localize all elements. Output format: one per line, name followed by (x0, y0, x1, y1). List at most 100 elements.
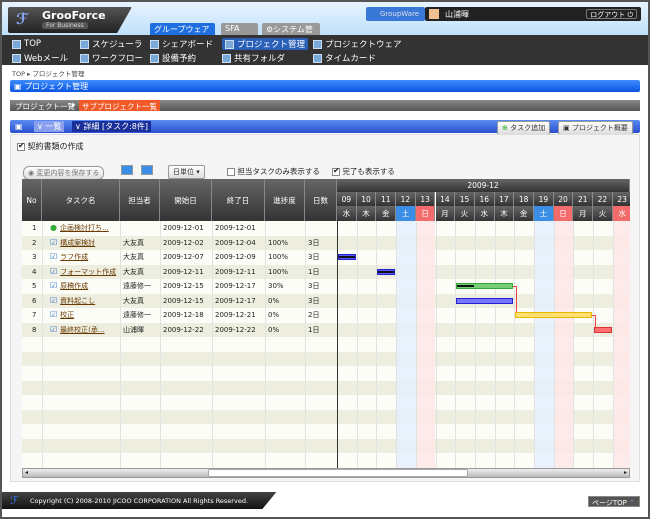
day-divider (612, 221, 614, 468)
only-mine-toggle[interactable]: 担当タスクのみ表示する (227, 166, 320, 177)
user-box: 山浦暉 ログアウト ⏻ (425, 7, 641, 21)
gantt-bar[interactable] (456, 297, 514, 304)
gantt-bar[interactable] (377, 268, 396, 275)
task-link[interactable]: ラフ作成 (60, 253, 88, 261)
edit-icon[interactable] (121, 165, 133, 175)
nav-item[interactable]: プロジェクト管理 (222, 38, 309, 50)
nav-label: プロジェクトウェア (325, 40, 402, 50)
nav-item[interactable]: 設備予約 (150, 52, 196, 64)
task-name-cell: ● 企画検討打ち... (50, 221, 120, 235)
add-row-icon[interactable] (141, 165, 153, 175)
task-link[interactable]: 構成案検討 (60, 239, 95, 247)
task-link[interactable]: 最終校正(承... (60, 326, 104, 334)
footer-logo: ℱ (10, 494, 19, 507)
day-divider (534, 221, 535, 468)
day-header: 23 (612, 192, 630, 206)
day-divider (455, 221, 457, 468)
weekday-header: 木 (356, 206, 377, 221)
tab-sfa[interactable]: SFA (221, 23, 258, 35)
footer: ℱ Copyright (C) 2008-2010 JICOO CORPORAT… (2, 492, 277, 509)
task-link[interactable]: 企画検討打ち... (60, 224, 109, 232)
scroll-right-icon[interactable]: ▸ (624, 469, 627, 476)
nav-item[interactable]: スケジューラ (80, 38, 142, 50)
breadcrumb-top[interactable]: TOP (12, 70, 25, 78)
weekend-column (415, 221, 436, 468)
logo[interactable]: ℱ GrooForce For Business (8, 7, 132, 33)
nav-item[interactable]: Webメール (12, 52, 68, 64)
day-header: 14 (435, 192, 456, 206)
check-circle-icon: ● (50, 223, 57, 232)
column-divider (265, 221, 266, 468)
nav-item[interactable]: プロジェクトウェア (313, 38, 402, 50)
day-header: 18 (514, 192, 534, 206)
task-name-cell: ☑ 構成案検討 (50, 236, 120, 250)
horizontal-scrollbar[interactable]: ◂ ▸ (22, 468, 630, 478)
user-name: 山浦暉 (445, 10, 469, 19)
weekday-header: 月 (435, 206, 456, 221)
show-done-toggle[interactable]: 完了も表示する (332, 166, 395, 177)
project-overview-button[interactable]: ▣ プロジェクト概要 (558, 121, 633, 135)
section-title-bar: ▣ プロジェクト管理 (10, 80, 640, 92)
task-end: 2009-12-22 (215, 325, 256, 334)
nav-item[interactable]: 共有フォルダ (222, 52, 285, 64)
subnav-parent[interactable]: プロジェクト一覧 (15, 101, 75, 112)
task-start: 2009-12-15 (163, 282, 204, 290)
column-divider (212, 221, 213, 468)
weekday-header: 土 (396, 206, 416, 221)
day-divider (573, 221, 575, 468)
day-divider (376, 221, 378, 468)
column-divider (305, 221, 306, 468)
save-label: 変更内容を保存する (36, 169, 100, 177)
task-link[interactable]: 原稿作成 (60, 282, 88, 290)
column-header[interactable]: 開始日 (160, 179, 212, 221)
task-link[interactable]: 校正 (60, 311, 74, 319)
save-icon: ◉ (28, 169, 35, 177)
gantt-progress (457, 285, 474, 287)
detail-view-button[interactable]: ∨ 詳細 [タスク:8件] (72, 121, 151, 132)
gantt-bar[interactable] (515, 312, 593, 318)
nav-icon (225, 39, 234, 49)
only-mine-checkbox[interactable] (227, 168, 235, 176)
unit-select[interactable]: 日単位 ▾ (168, 165, 205, 179)
task-start: 2009-12-18 (163, 311, 204, 319)
weekend-column (612, 221, 630, 468)
nav-item[interactable]: シェアボード (150, 38, 213, 50)
column-header[interactable]: 担当者 (120, 179, 160, 221)
subnav-current[interactable]: サブプロジェクト一覧 (79, 100, 160, 111)
detail-label: 詳細 (83, 122, 100, 131)
save-changes-button[interactable]: ◉ 変更内容を保存する (23, 166, 105, 180)
weekend-column (553, 221, 574, 468)
task-link[interactable]: 資料起こし (60, 297, 95, 305)
add-task-button[interactable]: ⊕ タスク追加 (497, 121, 551, 135)
nav-item[interactable]: ワークフロー (80, 52, 143, 64)
gantt-bar[interactable] (338, 254, 356, 260)
day-divider (396, 221, 398, 468)
column-header[interactable]: 進捗度 (265, 179, 305, 221)
nav-item[interactable]: タイムカード (313, 52, 376, 64)
task-link[interactable]: フォーマット作成 (60, 268, 116, 276)
show-done-checkbox[interactable] (332, 166, 340, 176)
check-icon: ☑ (50, 252, 58, 261)
day-header: 12 (396, 192, 416, 206)
page-top-button[interactable]: ページTOP ⌃ (588, 496, 640, 507)
task-days: 1日 (308, 267, 320, 276)
weekday-header: 金 (514, 206, 534, 221)
column-header[interactable]: タスク名 (42, 179, 120, 221)
nav-label: シェアボード (162, 40, 214, 50)
scroll-left-icon[interactable]: ◂ (25, 469, 28, 476)
gantt-bar[interactable] (594, 326, 612, 333)
groupware-button[interactable]: GroupWare (366, 7, 425, 21)
column-header[interactable]: 日数 (305, 179, 337, 221)
column-header[interactable]: No (22, 179, 42, 221)
list-view-button[interactable]: ∨ 一覧 (34, 121, 65, 132)
gantt-bar[interactable] (456, 283, 514, 289)
nav-item[interactable]: TOP (12, 38, 41, 50)
task-end: 2009-12-11 (215, 267, 256, 276)
column-header[interactable]: 終了日 (212, 179, 265, 221)
weekday-header: 日 (415, 206, 436, 221)
logout-button[interactable]: ログアウト ⏻ (586, 9, 637, 19)
tab-system[interactable]: ⚙システム管理 (262, 23, 320, 45)
tab-groupware[interactable]: グループウェア (150, 23, 215, 35)
scroll-thumb[interactable] (208, 469, 468, 477)
nav-label: TOP (24, 39, 42, 49)
